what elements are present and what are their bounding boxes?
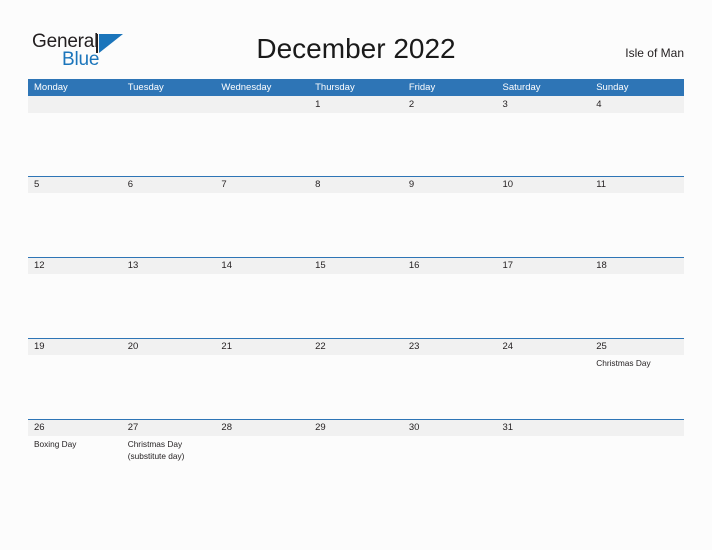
event-text: Christmas Day (596, 358, 651, 368)
event-text (122, 193, 216, 196)
date-number[interactable]: 3 (497, 96, 591, 113)
event-text (497, 436, 591, 462)
event-text (309, 193, 403, 196)
week-row: 1 2 3 4 (28, 96, 684, 176)
event-text (590, 436, 684, 462)
event-text (28, 193, 122, 196)
date-number[interactable]: 4 (590, 96, 684, 113)
page-title: December 2022 (256, 33, 456, 64)
weekday-header-sunday: Sunday (596, 82, 629, 93)
weekday-header-friday: Friday (408, 82, 436, 93)
event-text (309, 113, 403, 116)
date-number[interactable]: 11 (590, 176, 684, 193)
event-text (122, 113, 216, 116)
date-band: 1 2 3 4 (28, 96, 684, 113)
event-band (28, 274, 684, 277)
date-number[interactable]: 25 (590, 338, 684, 355)
event-text (309, 355, 403, 370)
weekday-header-thursday: Thursday (315, 82, 355, 93)
date-number[interactable]: 13 (122, 257, 216, 274)
event-text (590, 193, 684, 196)
date-number[interactable] (122, 96, 216, 113)
date-number[interactable]: 14 (215, 257, 309, 274)
event-text (215, 113, 309, 116)
weekday-header-row: Monday Tuesday Wednesday Thursday Friday… (28, 79, 684, 96)
event-text (122, 274, 216, 277)
date-band: 5 6 7 8 9 10 11 (28, 176, 684, 193)
date-number[interactable]: 10 (497, 176, 591, 193)
event-text (215, 193, 309, 196)
weekday-header-tuesday: Tuesday (127, 82, 164, 93)
date-number[interactable]: 30 (403, 419, 497, 436)
event-text (497, 193, 591, 196)
date-number[interactable]: 1 (309, 96, 403, 113)
event-text (497, 274, 591, 277)
event-text: Boxing Day (34, 439, 77, 449)
event-text (403, 355, 497, 370)
date-number[interactable]: 19 (28, 338, 122, 355)
date-number[interactable]: 15 (309, 257, 403, 274)
event-text (309, 436, 403, 462)
event-text (215, 355, 309, 370)
date-number[interactable]: 5 (28, 176, 122, 193)
date-number[interactable]: 23 (403, 338, 497, 355)
event-text (122, 355, 216, 370)
weekday-header-monday: Monday (34, 82, 68, 93)
date-band: 19 20 21 22 23 24 25 (28, 338, 684, 355)
event-band: Boxing Day Christmas Day (substitute day) (28, 436, 684, 462)
event-text (403, 436, 497, 462)
event-text (403, 193, 497, 196)
date-band: 12 13 14 15 16 17 18 (28, 257, 684, 274)
date-number[interactable]: 22 (309, 338, 403, 355)
event-text (28, 355, 122, 370)
date-number[interactable]: 20 (122, 338, 216, 355)
date-number[interactable]: 8 (309, 176, 403, 193)
event-text (215, 436, 309, 462)
date-number[interactable]: 21 (215, 338, 309, 355)
date-number[interactable]: 6 (122, 176, 216, 193)
date-number[interactable]: 7 (215, 176, 309, 193)
event-text: Christmas Day (substitute day) (127, 439, 185, 461)
date-number[interactable]: 18 (590, 257, 684, 274)
date-number[interactable]: 17 (497, 257, 591, 274)
date-number[interactable]: 31 (497, 419, 591, 436)
week-row: 5 6 7 8 9 10 11 (28, 176, 684, 257)
event-text (215, 274, 309, 277)
event-text (403, 113, 497, 116)
event-text (497, 113, 591, 116)
date-number[interactable] (590, 419, 684, 436)
event-text (309, 274, 403, 277)
calendar-grid: Monday Tuesday Wednesday Thursday Friday… (28, 79, 684, 500)
date-number[interactable]: 16 (403, 257, 497, 274)
date-number[interactable]: 28 (215, 419, 309, 436)
event-text (403, 274, 497, 277)
date-number[interactable]: 26 (28, 419, 122, 436)
weekday-header-wednesday: Wednesday (221, 82, 272, 93)
date-number[interactable]: 29 (309, 419, 403, 436)
event-text (590, 274, 684, 277)
page-header: General Blue December 2022 Isle of Man (0, 0, 712, 79)
event-band: Christmas Day (28, 355, 684, 370)
week-row: 19 20 21 22 23 24 25 Christmas Day (28, 338, 684, 419)
date-number[interactable]: 24 (497, 338, 591, 355)
week-row: 12 13 14 15 16 17 18 (28, 257, 684, 338)
event-band (28, 193, 684, 196)
weekday-header-saturday: Saturday (502, 82, 541, 93)
date-number[interactable]: 9 (403, 176, 497, 193)
date-number[interactable]: 27 (122, 419, 216, 436)
event-text (497, 355, 591, 370)
date-band: 26 27 28 29 30 31 (28, 419, 684, 436)
week-row: 26 27 28 29 30 31 Boxing Day Christmas D… (28, 419, 684, 500)
date-number[interactable] (28, 96, 122, 113)
date-number[interactable] (215, 96, 309, 113)
date-number[interactable]: 12 (28, 257, 122, 274)
date-number[interactable]: 2 (403, 96, 497, 113)
event-text (28, 274, 122, 277)
location-label: Isle of Man (625, 46, 684, 60)
event-band (28, 113, 684, 116)
event-text (28, 113, 122, 116)
event-text (590, 113, 684, 116)
